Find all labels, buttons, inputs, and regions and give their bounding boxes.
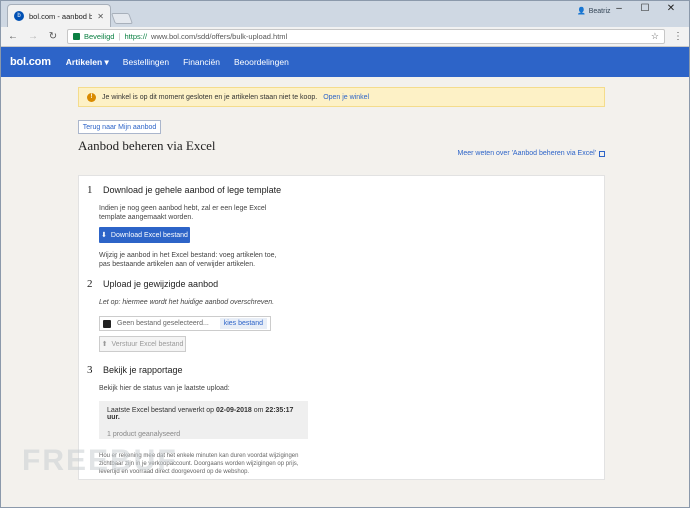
warning-icon: ! bbox=[87, 92, 96, 102]
back-arrow-icon[interactable]: ← bbox=[7, 31, 19, 42]
file-placeholder: Geen bestand geselecteerd... bbox=[117, 320, 209, 327]
nav-artikelen[interactable]: Artikelen ▾ bbox=[66, 57, 109, 68]
profile-name: Beatriz bbox=[588, 7, 611, 15]
close-window-icon[interactable]: ✕ bbox=[665, 3, 677, 14]
forward-arrow-icon[interactable]: → bbox=[27, 31, 39, 42]
url-path: www.bol.com/sdd/offers/bulk-upload.html bbox=[151, 32, 288, 41]
upload-icon: ⬆ bbox=[101, 341, 108, 348]
bol-logo[interactable]: bol.com bbox=[10, 56, 51, 68]
url-scheme: https:// bbox=[124, 32, 148, 41]
page-title: Aanbod beheren via Excel bbox=[78, 138, 216, 153]
step-3-text: Bekijk hier de status van je laatste upl… bbox=[99, 385, 230, 392]
products-analyzed: 1 product geanalyseerd bbox=[107, 431, 181, 438]
nav-bestellingen[interactable]: Bestellingen bbox=[123, 57, 169, 67]
store-closed-alert: ! Je winkel is op dit moment gesloten en… bbox=[78, 87, 605, 107]
step-3-header: 3 Bekijk je rapportage bbox=[87, 364, 183, 376]
title-bar: b bol.com - aanbod behere ✕ 👤 Beatriz – … bbox=[1, 1, 689, 27]
freebuf-watermark: FREEBUF bbox=[22, 444, 178, 477]
step-2-header: 2 Upload je gewijzigde aanbod bbox=[87, 278, 218, 290]
submit-excel-button[interactable]: ⬆ Verstuur Excel bestand bbox=[99, 336, 186, 352]
profile-chip[interactable]: 👤 Beatriz bbox=[577, 7, 611, 16]
step-2-title: Upload je gewijzigde aanbod bbox=[103, 279, 219, 289]
upload-status-box: Laatste Excel bestand verwerkt op 02-09-… bbox=[99, 401, 308, 439]
external-link-icon bbox=[599, 150, 605, 157]
page-content: ! Je winkel is op dit moment gesloten en… bbox=[1, 77, 689, 507]
status-line: Laatste Excel bestand verwerkt op 02-09-… bbox=[107, 407, 294, 421]
new-tab-button[interactable] bbox=[110, 13, 134, 24]
lock-icon bbox=[73, 33, 80, 40]
choose-file-button[interactable]: kies bestand bbox=[219, 318, 267, 329]
step-1-title: Download je gehele aanbod of lege templa… bbox=[103, 185, 282, 195]
download-excel-button[interactable]: ⬇ Download Excel bestand bbox=[99, 227, 190, 243]
window-controls: – ☐ ✕ bbox=[613, 3, 685, 14]
nav-beoordelingen[interactable]: Beoordelingen bbox=[234, 57, 289, 67]
reload-icon[interactable]: ↻ bbox=[47, 31, 59, 42]
step-3-number: 3 bbox=[87, 364, 93, 376]
excel-steps-card: 1 Download je gehele aanbod of lege temp… bbox=[78, 175, 605, 480]
step-1-header: 1 Download je gehele aanbod of lege temp… bbox=[87, 184, 281, 196]
step-1-text: Indien je nog geen aanbod hebt, zal er e… bbox=[99, 205, 267, 221]
close-icon[interactable]: ✕ bbox=[97, 12, 104, 21]
step-2-warning: Let op: hiermee wordt het huidige aanbod… bbox=[99, 299, 275, 306]
alert-text: Je winkel is op dit moment gesloten en j… bbox=[102, 93, 318, 101]
open-store-link[interactable]: Open je winkel bbox=[323, 94, 369, 101]
bol-favicon-icon: b bbox=[14, 11, 24, 21]
browser-menu-icon[interactable]: ⋮ bbox=[673, 31, 683, 42]
browser-toolbar: ← → ↻ Beveiligd | https://www.bol.com/sd… bbox=[1, 27, 689, 47]
user-icon: 👤 bbox=[577, 8, 586, 15]
file-icon bbox=[103, 319, 111, 328]
step-2-number: 2 bbox=[87, 278, 93, 290]
file-input[interactable]: Geen bestand geselecteerd... kies bestan… bbox=[99, 316, 271, 331]
secure-label: Beveiligd bbox=[84, 32, 115, 41]
minimize-icon[interactable]: – bbox=[613, 3, 625, 14]
browser-tab[interactable]: b bol.com - aanbod behere ✕ bbox=[7, 4, 111, 27]
download-icon: ⬇ bbox=[101, 232, 107, 239]
tab-title: bol.com - aanbod behere bbox=[29, 11, 93, 21]
site-header: bol.com Artikelen ▾ Bestellingen Financi… bbox=[1, 47, 689, 77]
address-bar[interactable]: Beveiligd | https://www.bol.com/sdd/offe… bbox=[67, 29, 665, 44]
back-to-offers-button[interactable]: Terug naar Mijn aanbod bbox=[78, 120, 161, 134]
step-3-title: Bekijk je rapportage bbox=[103, 365, 183, 375]
url-separator: | bbox=[118, 32, 121, 41]
maximize-icon[interactable]: ☐ bbox=[639, 3, 651, 14]
step-1-number: 1 bbox=[87, 184, 93, 196]
step-1-instructions: Wijzig je aanbod in het Excel bestand: v… bbox=[99, 252, 277, 268]
nav-financien[interactable]: Financiën bbox=[183, 57, 220, 67]
help-link[interactable]: Meer weten over 'Aanbod beheren via Exce… bbox=[458, 150, 605, 157]
bookmark-star-icon[interactable]: ☆ bbox=[651, 31, 659, 42]
